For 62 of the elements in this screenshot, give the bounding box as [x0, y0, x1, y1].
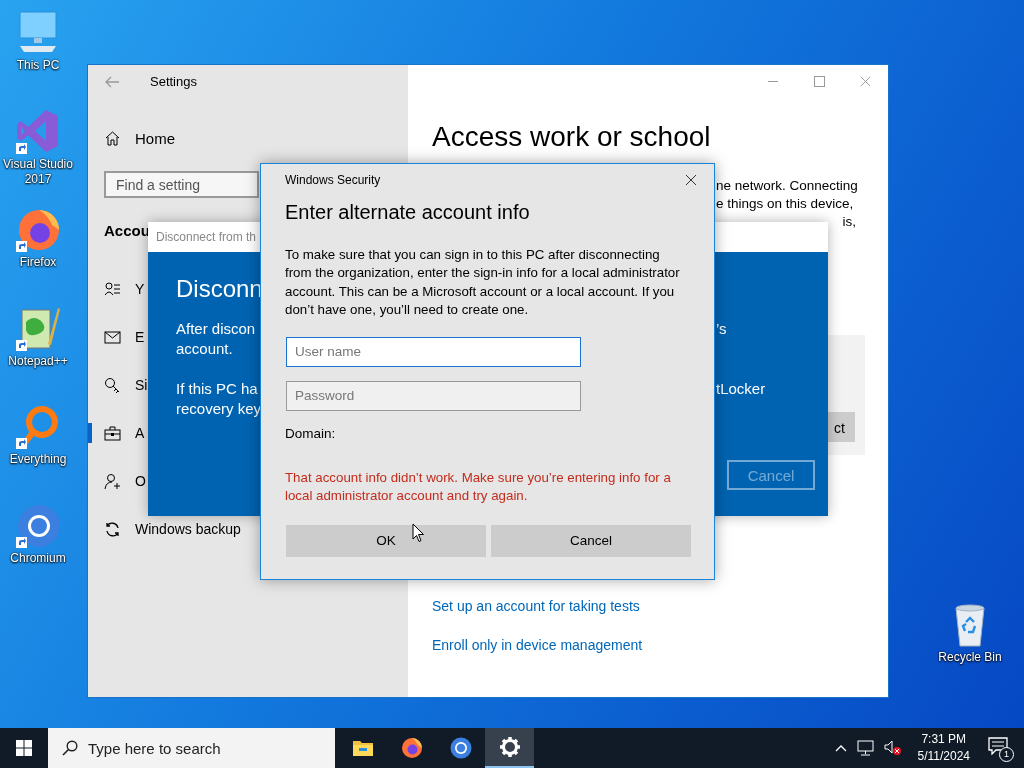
taskbar-search-field[interactable]: Type here to search — [48, 728, 335, 768]
network-icon[interactable] — [856, 740, 874, 756]
window-title: Settings — [150, 74, 197, 89]
search-field[interactable]: Find a setting — [104, 171, 259, 198]
key-icon — [104, 376, 121, 394]
notification-badge: 1 — [999, 747, 1014, 762]
section-heading: Accou — [104, 221, 150, 241]
taskbar-button[interactable] — [485, 728, 534, 768]
description-text: e things on this device, — [716, 195, 855, 213]
dialog-title: Windows Security — [285, 173, 381, 187]
dialog-heading: Disconn — [176, 274, 263, 304]
domain-label: Domain: — [285, 424, 337, 443]
page-title: Access work or school — [432, 120, 712, 154]
search-icon — [62, 740, 78, 756]
nav-item[interactable]: E — [88, 313, 145, 361]
dialog-message: To make sure that you can sign in to this PC after disconnecting from the organization, enter the sign-in info for a local administrator account. This can be a Microsoft account or a local account. If you don’t have one, you’ll need to create one. — [285, 246, 681, 320]
dialog-text: After discon account. — [176, 319, 256, 359]
icon-label: Firefox — [18, 255, 58, 270]
dialog-title: Disconnect from th — [156, 230, 257, 244]
settings-icon — [497, 735, 522, 759]
icon-label: Notepad++ — [7, 353, 69, 369]
link[interactable]: Set up an account for taking tests — [432, 596, 640, 616]
dialog-text: If this PC ha recovery key — [176, 379, 262, 419]
sync-icon — [104, 520, 121, 538]
input-field[interactable]: Password — [286, 380, 581, 411]
chevron-up-icon[interactable] — [834, 744, 847, 752]
mail-icon — [104, 328, 121, 346]
dialog-button[interactable]: Cancel — [491, 524, 691, 557]
browser-icon — [399, 736, 424, 760]
maximize-icon[interactable] — [813, 76, 825, 87]
nav-item[interactable]: A — [88, 409, 145, 457]
icon-label: Visual Studio 2017 — [2, 156, 74, 187]
icon-label: Everything — [8, 452, 68, 467]
nav-item[interactable]: Y — [88, 265, 145, 313]
dialog-text: ’s — [716, 319, 727, 339]
error-message: That account info didn’t work. Make sure you’re entering info for a local administrator account and try again. — [285, 468, 672, 505]
person-list-icon — [104, 280, 121, 298]
dialog-text: tLocker — [716, 379, 766, 399]
mouse-cursor-icon — [412, 523, 425, 543]
clock-time[interactable]: 7:31 PM — [921, 731, 967, 748]
nav-item[interactable]: Si — [88, 361, 148, 409]
person-add-icon — [104, 472, 121, 490]
icon-label: Recycle Bin — [937, 650, 1003, 665]
browser-icon — [448, 736, 473, 760]
icon-label: Chromium — [9, 550, 67, 566]
icon-label: This PC — [15, 58, 61, 73]
home-icon — [104, 129, 121, 147]
input-field[interactable]: User name — [286, 336, 581, 367]
dialog-button[interactable]: OK — [286, 524, 486, 557]
nav-item[interactable]: Windows backup — [88, 505, 241, 553]
dialog-heading: Enter alternate account info — [285, 200, 531, 225]
speaker-muted-icon[interactable] — [883, 740, 902, 756]
briefcase-icon — [104, 424, 121, 442]
description-text: is, — [841, 213, 857, 231]
disconnect-button[interactable]: ct — [828, 412, 855, 442]
close-icon[interactable] — [685, 174, 697, 186]
nav-item[interactable]: O — [88, 457, 146, 505]
notification-icon[interactable] — [988, 737, 1008, 755]
clock-date[interactable]: 5/11/2024 — [917, 748, 970, 765]
description-text: ne network. Connecting — [716, 177, 859, 195]
link[interactable]: Enroll only in device management — [432, 635, 643, 655]
home-nav-item[interactable]: Home — [88, 118, 408, 158]
